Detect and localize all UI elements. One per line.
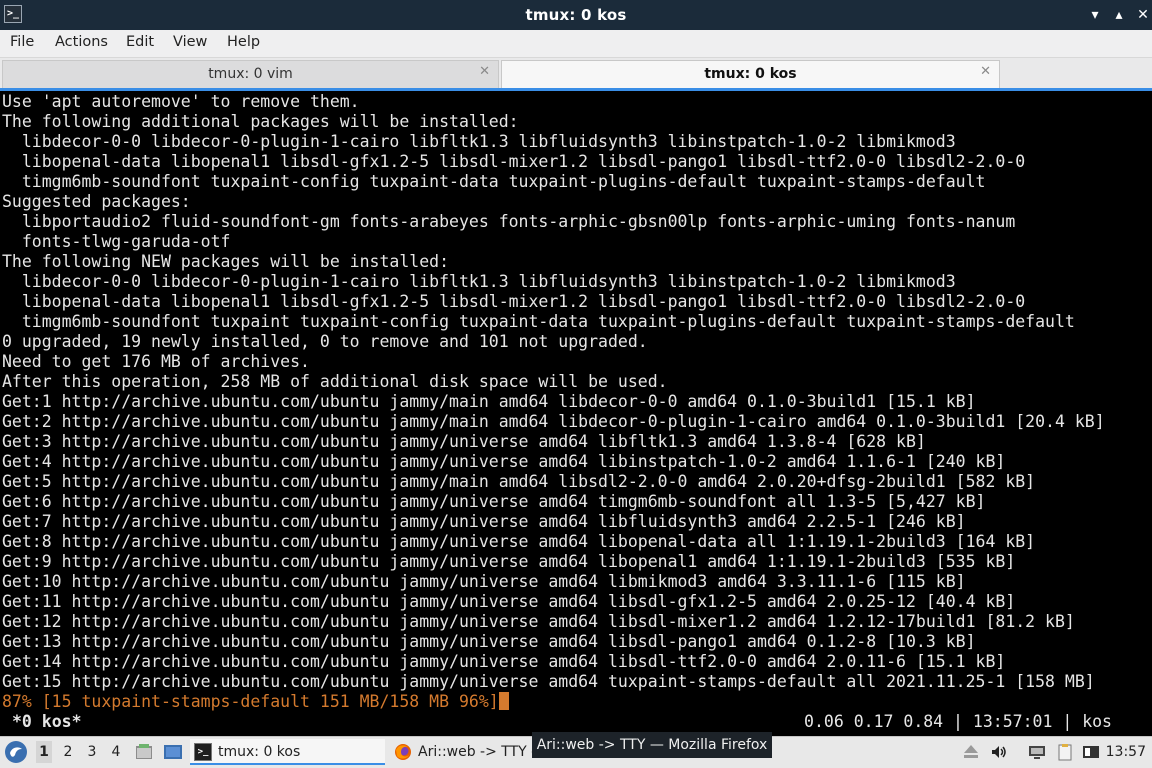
terminal-line: timgm6mb-soundfont tuxpaint tuxpaint-con… (2, 312, 1075, 331)
tab-bar: tmux: 0 vim ✕ tmux: 0 kos ✕ (0, 58, 1152, 88)
close-window-button[interactable]: ✕ (1133, 5, 1152, 25)
tmux-status-right: 0.06 0.17 0.84 | 13:57:01 | kos (804, 712, 1112, 731)
clipboard-icon[interactable] (1056, 743, 1074, 761)
terminal-line: Get:1 http://archive.ubuntu.com/ubuntu j… (2, 392, 976, 411)
terminal-line: Use 'apt autoremove' to remove them. (2, 92, 360, 111)
window-titlebar: >_ tmux: 0 kos ▾ ▴ ✕ (0, 0, 1152, 30)
task-tooltip: Ari::web -> TTY — Mozilla Firefox (532, 732, 772, 758)
taskbar-clock[interactable]: 13:57 (1106, 744, 1146, 760)
file-manager-icon[interactable] (135, 743, 153, 761)
task-label: tmux: 0 kos (218, 744, 301, 760)
menu-actions[interactable]: Actions (55, 34, 108, 50)
terminal-line: Get:15 http://archive.ubuntu.com/ubuntu … (2, 672, 1095, 691)
menu-edit[interactable]: Edit (126, 34, 154, 50)
terminal-line: Get:13 http://archive.ubuntu.com/ubuntu … (2, 632, 976, 651)
tab-tmux-vim[interactable]: tmux: 0 vim ✕ (2, 60, 499, 88)
terminal-line: Get:11 http://archive.ubuntu.com/ubuntu … (2, 592, 1016, 611)
terminal-line: timgm6mb-soundfont tuxpaint-config tuxpa… (2, 172, 986, 191)
window-title: tmux: 0 kos (525, 6, 627, 24)
terminal-line: Get:10 http://archive.ubuntu.com/ubuntu … (2, 572, 966, 591)
tab-label: tmux: 0 kos (704, 66, 797, 82)
removable-media-icon[interactable] (962, 743, 980, 761)
terminal-line: libdecor-0-0 libdecor-0-plugin-1-cairo l… (2, 132, 956, 151)
maximize-button[interactable]: ▴ (1109, 5, 1129, 25)
menu-file[interactable]: File (10, 34, 34, 50)
tab-close-icon[interactable]: ✕ (980, 64, 991, 79)
terminal-line: Get:14 http://archive.ubuntu.com/ubuntu … (2, 652, 1006, 671)
progress-text: 87% [15 tuxpaint-stamps-default 151 MB/1… (2, 692, 499, 711)
download-progress-line: 87% [15 tuxpaint-stamps-default 151 MB/1… (2, 692, 509, 712)
network-icon[interactable] (1028, 743, 1046, 761)
menu-view[interactable]: View (173, 34, 207, 50)
terminal-icon: >_ (194, 743, 212, 761)
terminal-line: Get:4 http://archive.ubuntu.com/ubuntu j… (2, 452, 1006, 471)
minimize-button[interactable]: ▾ (1085, 5, 1105, 25)
terminal-line: Need to get 176 MB of archives. (2, 352, 310, 371)
tab-tmux-kos[interactable]: tmux: 0 kos ✕ (501, 60, 1000, 88)
taskbar-task-firefox[interactable]: Ari::web -> TTY — (390, 739, 535, 765)
terminal-line: 0 upgraded, 19 newly installed, 0 to rem… (2, 332, 648, 351)
terminal-output[interactable]: Use 'apt autoremove' to remove them. The… (0, 91, 1152, 735)
terminal-line: The following additional packages will b… (2, 112, 519, 131)
terminal-line: Get:2 http://archive.ubuntu.com/ubuntu j… (2, 412, 1105, 431)
terminal-line: libportaudio2 fluid-soundfont-gm fonts-a… (2, 212, 1016, 231)
terminal-line: libdecor-0-0 libdecor-0-plugin-1-cairo l… (2, 272, 956, 291)
terminal-cursor (498, 692, 509, 710)
terminal-line: Get:7 http://archive.ubuntu.com/ubuntu j… (2, 512, 966, 531)
menu-help[interactable]: Help (227, 34, 260, 50)
terminal-line: libopenal-data libopenal1 libsdl-gfx1.2-… (2, 292, 1026, 311)
terminal-line: Get:12 http://archive.ubuntu.com/ubuntu … (2, 612, 1075, 631)
terminal-line: Get:8 http://archive.ubuntu.com/ubuntu j… (2, 532, 1036, 551)
taskbar-task-terminal[interactable]: >_ tmux: 0 kos (190, 739, 385, 765)
desktop-3[interactable]: 3 (84, 741, 100, 763)
terminal-line: The following NEW packages will be insta… (2, 252, 450, 271)
tab-close-icon[interactable]: ✕ (479, 64, 490, 79)
terminal-line: Get:5 http://archive.ubuntu.com/ubuntu j… (2, 472, 1036, 491)
volume-icon[interactable] (990, 743, 1008, 761)
show-desktop-icon[interactable] (163, 743, 183, 761)
menu-bar: File Actions Edit View Help (0, 30, 1152, 58)
terminal-line: libopenal-data libopenal1 libsdl-gfx1.2-… (2, 152, 1026, 171)
desktop-1[interactable]: 1 (36, 741, 52, 763)
terminal-line: Get:3 http://archive.ubuntu.com/ubuntu j… (2, 432, 926, 451)
terminal-line: Suggested packages: (2, 192, 191, 211)
tab-label: tmux: 0 vim (208, 66, 293, 82)
task-label: Ari::web -> TTY — (418, 744, 535, 760)
terminal-line: Get:9 http://archive.ubuntu.com/ubuntu j… (2, 552, 1016, 571)
terminal-line: After this operation, 258 MB of addition… (2, 372, 668, 391)
firefox-icon (394, 743, 412, 761)
desktop-4[interactable]: 4 (108, 741, 124, 763)
tmux-window-list[interactable]: *0 kos* (12, 711, 82, 733)
terminal-line: fonts-tlwg-garuda-otf (2, 232, 231, 251)
desktop-2[interactable]: 2 (60, 741, 76, 763)
start-menu-icon[interactable] (4, 740, 28, 764)
tmux-status-bar: *0 kos* 0.06 0.17 0.84 | 13:57:01 | kos (0, 711, 1152, 733)
terminal-line: Get:6 http://archive.ubuntu.com/ubuntu j… (2, 492, 986, 511)
notifications-icon[interactable] (1082, 743, 1100, 761)
